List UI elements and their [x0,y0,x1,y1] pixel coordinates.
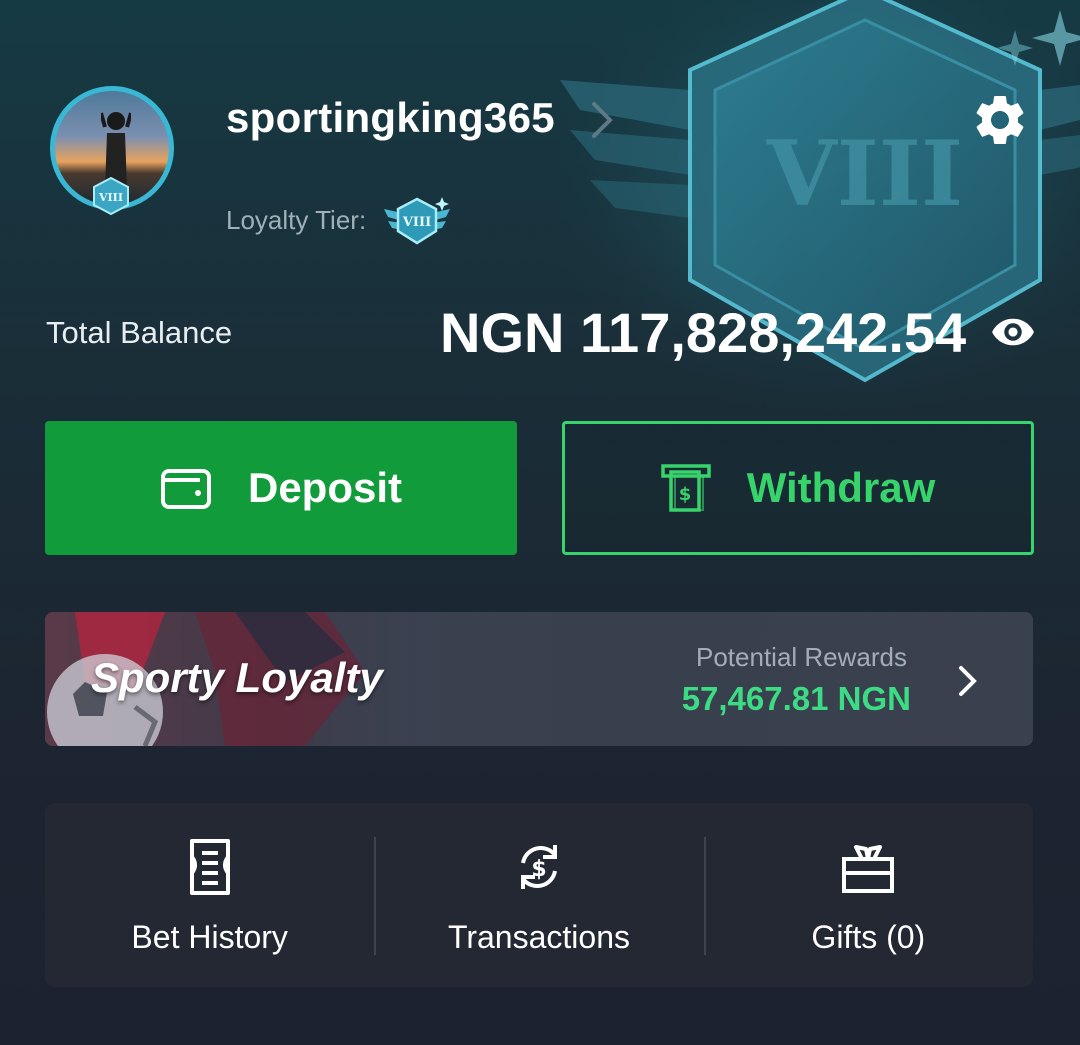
withdraw-label: Withdraw [746,464,936,511]
deposit-button[interactable]: Deposit [45,421,517,555]
chevron-right-icon[interactable] [590,100,614,140]
sporty-loyalty-card[interactable]: Sporty Loyalty Potential Rewards 57,467.… [45,612,1033,746]
bet-history-button[interactable]: Bet History [45,803,374,987]
loyalty-tier-label: Loyalty Tier: [226,205,367,235]
transactions-button[interactable]: $ Transactions [374,803,703,987]
svg-text:$: $ [531,857,546,882]
gear-icon[interactable] [970,90,1030,150]
cash-withdraw-icon: $ [660,464,711,512]
svg-text:VIII: VIII [98,191,123,204]
svg-text:VIII: VIII [402,215,431,230]
gifts-label: Gifts (0) [811,919,926,955]
receipt-icon [189,839,230,895]
withdraw-button[interactable]: $ Withdraw [562,421,1034,555]
svg-text:VIII: VIII [766,121,963,227]
bet-history-label: Bet History [131,919,288,955]
potential-rewards-value: 57,467.81 NGN [681,680,911,717]
wallet-icon [160,469,211,509]
username[interactable]: sportingking365 [226,94,555,142]
loyalty-tier-badge-icon[interactable]: VIII [382,195,452,247]
avatar-tier-icon: VIII [93,176,129,216]
total-balance-label: Total Balance [46,315,233,350]
sporty-loyalty-title: Sporty Loyalty [91,654,383,701]
eye-icon[interactable] [990,313,1036,351]
svg-text:$: $ [678,484,691,505]
chevron-right-icon [959,666,977,696]
transactions-label: Transactions [447,919,630,955]
potential-rewards-label: Potential Rewards [696,642,907,672]
quick-links-panel: Bet History $ Transactions Gifts (0) [45,803,1033,987]
total-balance-amount: NGN 117,828,242.54 [440,301,967,364]
gift-icon [842,845,895,893]
deposit-label: Deposit [247,464,402,511]
gifts-button[interactable]: Gifts (0) [703,803,1033,987]
currency-exchange-icon: $ [520,845,557,889]
